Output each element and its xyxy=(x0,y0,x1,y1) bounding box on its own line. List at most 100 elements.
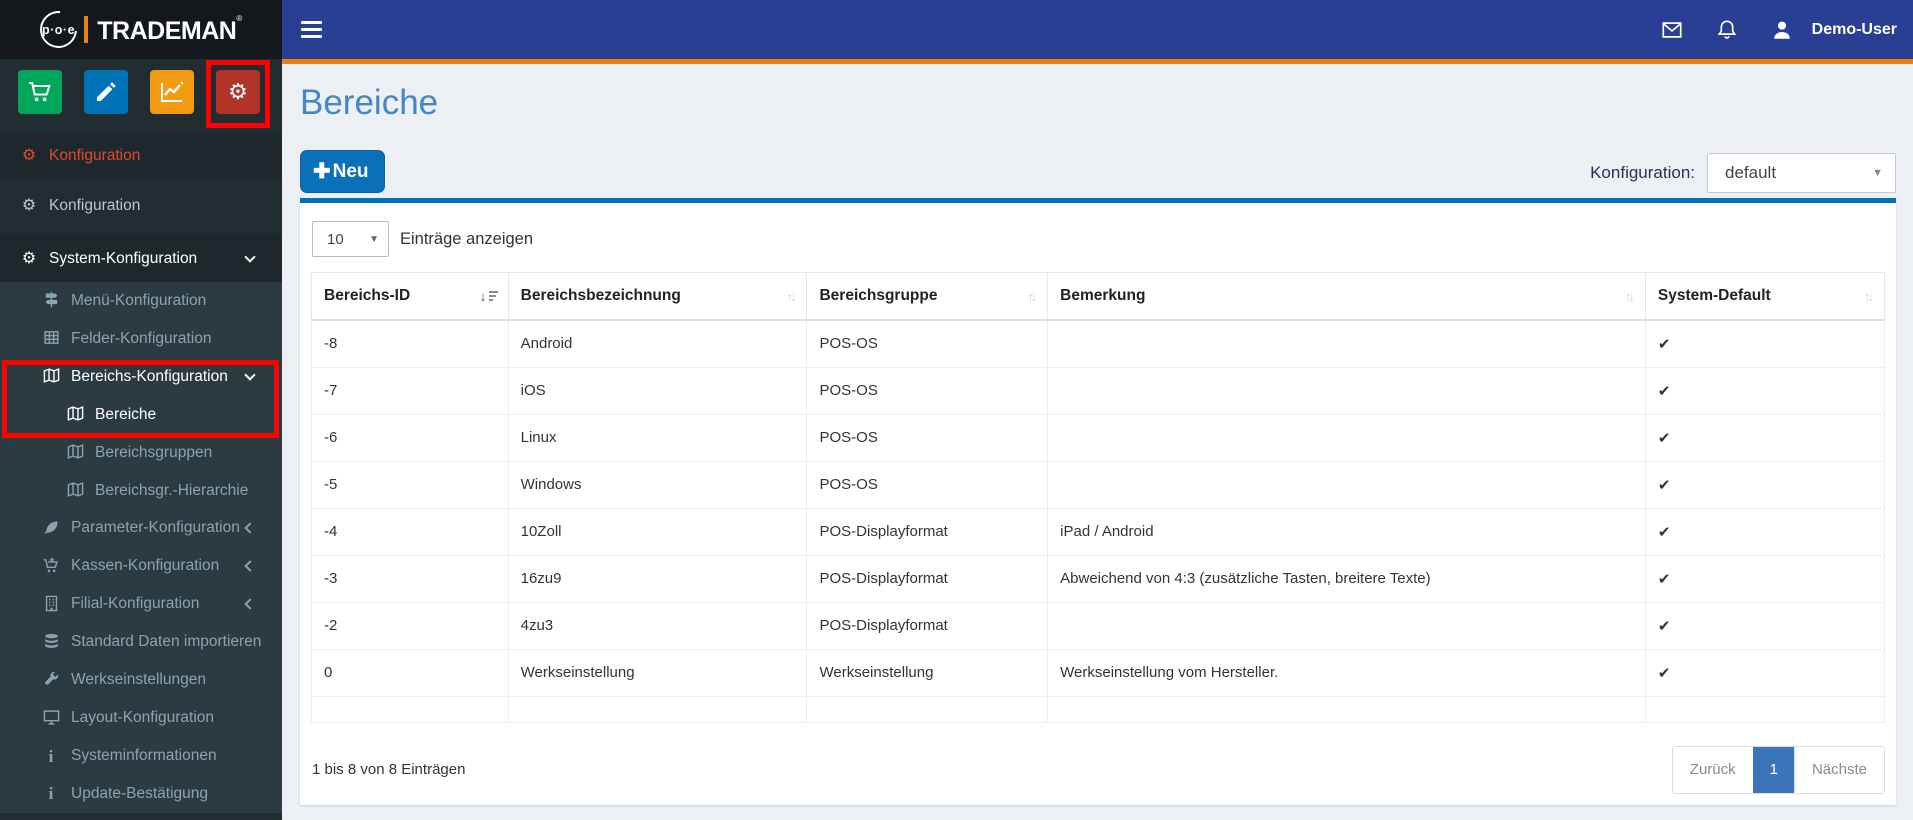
user-icon xyxy=(1771,19,1793,41)
cell-id: -2 xyxy=(311,601,509,650)
sidebar-item-label: Update-Bestätigung xyxy=(71,784,209,802)
caret-down-icon: ▼ xyxy=(369,233,379,245)
sidebar-item-system-konfiguration[interactable]: ⚙ System-Konfiguration xyxy=(0,235,282,282)
table-info: 1 bis 8 von 8 Einträgen xyxy=(312,761,466,778)
map-icon xyxy=(62,481,88,500)
username[interactable]: Demo-User xyxy=(1812,21,1897,39)
page-length-select[interactable]: 10 ▼ xyxy=(312,221,389,257)
logo-divider xyxy=(84,16,89,43)
pagination: Zurück 1 Nächste xyxy=(1671,745,1885,794)
control-row: ✚ Neu Konfiguration: default ▼ xyxy=(300,150,1896,193)
cell-name: Linux xyxy=(507,413,808,462)
cell-system-default-check: ✔ xyxy=(1644,413,1886,462)
notifications-button[interactable] xyxy=(1700,0,1755,59)
column-header-bereichs-id[interactable]: Bereichs-ID ↓ xyxy=(311,272,509,321)
sidebar-item-bereichs-konfiguration[interactable]: Bereichs-Konfiguration xyxy=(0,358,282,396)
sidebar-item-label: Konfiguration xyxy=(49,197,141,214)
sidebar-item-bereichsgr-hierarchie[interactable]: Bereichsgr.-Hierarchie xyxy=(0,472,282,510)
new-button[interactable]: ✚ Neu xyxy=(300,150,385,193)
chevron-left-icon xyxy=(244,560,256,573)
sidebar-item-filial-konfiguration[interactable]: Filial-Konfiguration xyxy=(0,585,282,623)
messages-button[interactable] xyxy=(1645,0,1700,59)
sidebar-item-bereichsgruppen[interactable]: Bereichsgruppen xyxy=(0,434,282,472)
column-header-system-default[interactable]: System-Default ↑↓ xyxy=(1644,272,1886,321)
sidebar-item-kassen-konfiguration[interactable]: Kassen-Konfiguration xyxy=(0,547,282,585)
page-length-label: Einträge anzeigen xyxy=(400,229,534,248)
sidebar-item-systeminformationen[interactable]: i Systeminformationen xyxy=(0,737,282,775)
cell-id: -6 xyxy=(311,413,509,462)
sidebar-toggle-button[interactable] xyxy=(301,10,343,50)
gears-icon: ⚙ xyxy=(21,197,37,214)
cart-plus-icon xyxy=(38,557,64,576)
sidebar-item-update-bestaetigung[interactable]: i Update-Bestätigung xyxy=(0,775,282,813)
building-icon xyxy=(38,595,64,614)
pagination-prev-button[interactable]: Zurück xyxy=(1672,746,1753,793)
logo[interactable]: p·o·e TRADEMAN® xyxy=(0,0,282,59)
chevron-down-icon xyxy=(244,250,256,263)
main-content: Bereiche ✚ Neu Konfiguration: default ▼ 1… xyxy=(282,64,1913,820)
cell-group: POS-Displayformat xyxy=(806,507,1049,556)
cell-group: POS-Displayformat xyxy=(806,554,1049,603)
sort-asc-icon: ↓ xyxy=(480,288,498,304)
cell-note xyxy=(1047,460,1646,509)
cell-note xyxy=(1047,413,1646,462)
sidebar-item-konfiguration[interactable]: ⚙ Konfiguration xyxy=(0,183,282,229)
table-row[interactable]: -6 Linux POS-OS ✔ xyxy=(311,413,1886,462)
map-icon xyxy=(62,443,88,462)
sidebar-item-label: Kassen-Konfiguration xyxy=(71,557,220,575)
user-menu-button[interactable] xyxy=(1755,0,1810,59)
cell-system-default-check: ✔ xyxy=(1644,460,1886,509)
sidebar-item-bereiche[interactable]: Bereiche xyxy=(0,396,282,434)
chart-icon xyxy=(160,80,184,104)
configuration-shortcut-button[interactable]: ⚙ xyxy=(216,70,260,114)
sidebar-item-standard-daten-importieren[interactable]: Standard Daten importieren xyxy=(0,623,282,661)
sidebar-item-felder-konfiguration[interactable]: Felder-Konfiguration xyxy=(0,320,282,358)
reports-shortcut-button[interactable] xyxy=(150,70,194,114)
column-header-bemerkung[interactable]: Bemerkung ↑↓ xyxy=(1047,272,1646,321)
sidebar-item-menu-konfiguration[interactable]: Menü-Konfiguration xyxy=(0,282,282,320)
sidebar-item-label: Systeminformationen xyxy=(71,747,217,765)
pencil-icon xyxy=(94,80,118,104)
page-length-row: 10 ▼ Einträge anzeigen xyxy=(312,221,1885,257)
sidebar-item-label: System-Konfiguration xyxy=(49,249,198,267)
table-row[interactable]: -7 iOS POS-OS ✔ xyxy=(311,366,1886,415)
envelope-icon xyxy=(1661,19,1683,41)
map-icon xyxy=(62,405,88,424)
cell-system-default-check: ✔ xyxy=(1644,507,1886,556)
table-row[interactable]: -4 10Zoll POS-Displayformat iPad / Andro… xyxy=(311,507,1886,556)
cell-group: Werkseinstellung xyxy=(806,648,1049,697)
sidebar-item-konfiguration-active[interactable]: ⚙ Konfiguration xyxy=(0,133,282,179)
configuration-picker: Konfiguration: default ▼ xyxy=(1590,153,1896,193)
sort-icon: ↑↓ xyxy=(786,288,796,304)
cell-name: Werkseinstellung xyxy=(507,648,808,697)
column-header-bereichsbezeichnung[interactable]: Bereichsbezeichnung ↑↓ xyxy=(507,272,808,321)
cell-note xyxy=(1047,601,1646,650)
table-row[interactable]: -3 16zu9 POS-Displayformat Abweichend vo… xyxy=(311,554,1886,603)
sidebar-item-werkseinstellungen[interactable]: Werkseinstellungen xyxy=(0,661,282,699)
gears-icon: ⚙ xyxy=(228,79,248,104)
sidebar-item-label: Menü-Konfiguration xyxy=(71,291,207,309)
column-header-bereichsgruppe[interactable]: Bereichsgruppe ↑↓ xyxy=(806,272,1049,321)
cell-note xyxy=(1047,366,1646,415)
pagination-next-button[interactable]: Nächste xyxy=(1793,746,1884,793)
cell-id: -8 xyxy=(311,319,509,368)
monitor-icon xyxy=(38,709,64,728)
table-row[interactable]: -2 4zu3 POS-Displayformat ✔ xyxy=(311,601,1886,650)
pagination-page-1-button[interactable]: 1 xyxy=(1752,746,1794,793)
sidebar-item-layout-konfiguration[interactable]: Layout-Konfiguration xyxy=(0,699,282,737)
brand-title: TRADEMAN® xyxy=(97,13,242,45)
cell-note: Werkseinstellung vom Hersteller. xyxy=(1047,648,1646,697)
table-row[interactable]: 0 Werkseinstellung Werkseinstellung Werk… xyxy=(311,648,1886,697)
cell-name: Android xyxy=(507,319,808,368)
table-row[interactable]: -5 Windows POS-OS ✔ xyxy=(311,460,1886,509)
sidebar-item-parameter-konfiguration[interactable]: Parameter-Konfiguration xyxy=(0,510,282,548)
registered-mark: ® xyxy=(236,13,242,23)
table-row[interactable]: -8 Android POS-OS ✔ xyxy=(311,319,1886,368)
cell-id: -4 xyxy=(311,507,509,556)
table-panel: 10 ▼ Einträge anzeigen Bereichs-ID ↓ Ber… xyxy=(300,198,1896,805)
pos-shortcut-button[interactable] xyxy=(18,70,62,114)
edit-shortcut-button[interactable] xyxy=(84,70,128,114)
app-root: p·o·e TRADEMAN® ⚙ ⚙ Konfiguration ⚙ Konf… xyxy=(0,0,1913,820)
configuration-select[interactable]: default ▼ xyxy=(1707,153,1896,193)
gears-icon: ⚙ xyxy=(21,147,37,164)
